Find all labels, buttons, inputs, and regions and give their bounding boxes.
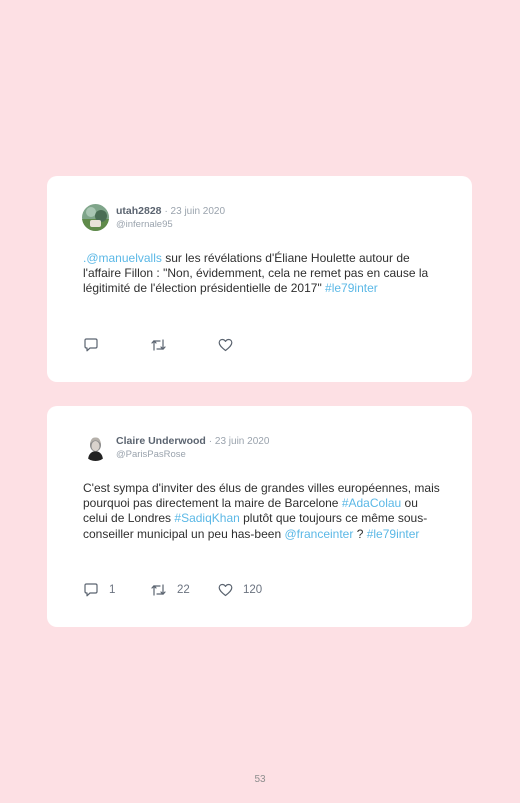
reply-icon (83, 583, 99, 597)
page-number: 53 (254, 774, 266, 785)
heart-icon (218, 583, 233, 597)
tweet-actions: 1 22 120 (83, 583, 262, 597)
avatar[interactable] (82, 434, 109, 461)
like-button[interactable]: 120 (218, 583, 262, 597)
retweet-icon (150, 338, 167, 352)
like-count: 120 (243, 584, 263, 596)
reply-count: 1 (109, 584, 116, 596)
retweet-button[interactable] (150, 338, 218, 352)
retweet-button[interactable]: 22 (150, 583, 218, 597)
like-button[interactable] (218, 338, 243, 352)
retweet-count: 22 (177, 584, 190, 596)
tweet-text-segment: ? (353, 526, 367, 541)
avatar[interactable] (82, 204, 109, 231)
tweet-card: utah2828 · 23 juin 2020 @infernale95 .@m… (47, 176, 472, 382)
hashtag-link[interactable]: #le79inter (325, 281, 378, 295)
retweet-icon (150, 583, 167, 597)
mention-link[interactable]: @franceinter (284, 527, 353, 541)
tweet-header: utah2828 · 23 juin 2020 @infernale95 (82, 204, 225, 231)
author-name[interactable]: utah2828 (116, 205, 162, 217)
tweet-text: C'est sympa d'inviter des élus de grande… (83, 481, 443, 542)
reply-icon (83, 338, 99, 352)
hashtag-link[interactable]: #AdaColau (342, 496, 401, 510)
hashtag-link[interactable]: #le79inter (367, 527, 420, 541)
tweet-card: Claire Underwood · 23 juin 2020 @ParisPa… (47, 406, 472, 627)
tweet-date[interactable]: · 23 juin 2020 (164, 206, 225, 217)
reply-button[interactable] (83, 338, 150, 352)
heart-icon (218, 338, 233, 352)
hashtag-link[interactable]: #SadiqKhan (174, 511, 239, 525)
author-name[interactable]: Claire Underwood (116, 435, 206, 447)
tweet-actions (83, 338, 243, 352)
author-handle[interactable]: @ParisPasRose (116, 448, 269, 461)
tweet-text: .@manuelvalls sur les révélations d'Élia… (83, 251, 443, 297)
tweet-header: Claire Underwood · 23 juin 2020 @ParisPa… (82, 434, 269, 461)
reply-button[interactable]: 1 (83, 583, 150, 597)
author-handle[interactable]: @infernale95 (116, 218, 225, 231)
tweet-date[interactable]: · 23 juin 2020 (209, 436, 270, 447)
mention-link[interactable]: .@manuelvalls (83, 251, 162, 265)
